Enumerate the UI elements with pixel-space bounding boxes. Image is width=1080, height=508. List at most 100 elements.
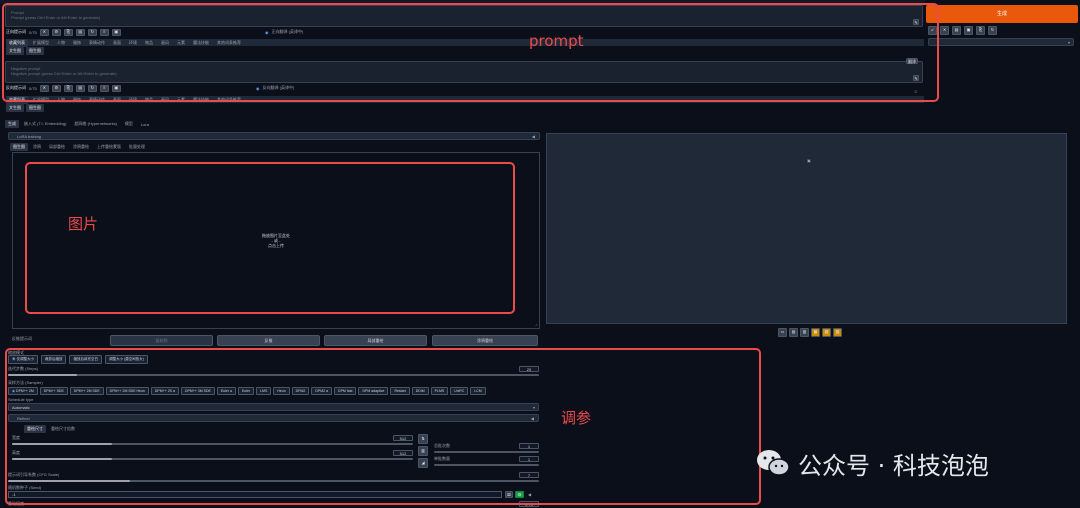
copy-icon[interactable]: ⎘ [63,28,73,36]
tag-tab[interactable]: 画风 [158,96,172,104]
main-tab[interactable]: 嵌入式 (T.I. Embedding) [21,120,69,128]
copy-icon[interactable]: ⎘ [63,84,73,92]
save-icon[interactable]: ▤ [75,28,85,36]
send-to-extras-icon[interactable]: ▨ [833,327,842,337]
sampler-option[interactable]: Euler [237,386,255,395]
tag-tab[interactable]: 服饰 [70,39,84,47]
tag-tab[interactable]: 元素 [174,39,188,47]
tag-tab[interactable]: 收藏列表 [6,38,28,47]
sampler-option[interactable]: UniPC [450,386,469,395]
inpaint-button[interactable]: 局部重绘 [324,335,427,346]
img-tab[interactable]: 批量处理 [126,143,148,151]
batch-size-slider[interactable] [434,464,539,466]
tag-tab[interactable]: 魔法技能 [190,96,212,104]
steps-slider[interactable] [8,374,539,376]
img-tab[interactable]: 涂鸦 [30,143,44,151]
lora-training-panel[interactable]: LoRA training ◀ [8,132,540,140]
refresh-icon[interactable]: ↻ [988,25,997,35]
save-icon[interactable]: ▤ [789,327,798,337]
tag-tab[interactable]: 魔法技能 [190,39,212,47]
translate-button[interactable]: 翻译 [906,58,918,64]
sub-tag[interactable]: 文生图 [6,103,24,112]
history-icon[interactable]: ≡ [99,84,109,92]
sampler-option[interactable]: DPM2 a [311,386,333,395]
sampler-option[interactable]: DPM++ SDE [39,386,68,395]
lock-icon[interactable]: ▥ [418,446,428,456]
trash-icon[interactable]: ✕ [39,84,49,92]
sub-tag[interactable]: 图生图 [26,103,44,112]
sketch-inpaint-button[interactable]: 涂鸦重绘 [432,335,538,346]
sampler-option[interactable]: Euler a [216,386,236,395]
tag-tab[interactable]: 画面 [110,39,124,47]
batch-count-slider[interactable] [434,451,539,453]
extra-toggle-icon[interactable]: ◀ [528,492,531,497]
edit-icon[interactable]: ✎ [913,19,919,25]
dice-icon[interactable]: ⚄ [505,491,513,498]
clipboard-icon[interactable]: ▤ [952,25,961,35]
sub-tag[interactable]: 图生图 [26,46,44,55]
batch-count-input[interactable]: 1 [519,443,539,449]
resize-option[interactable]: 调整大小 (潜空间放大) [104,355,148,364]
recycle-icon[interactable]: ♲ [914,89,918,94]
tag-tab[interactable]: 物品 [142,96,156,104]
arrow-icon[interactable]: ↙ [928,25,937,35]
refiner-panel[interactable]: Refiner ◀ [8,414,539,422]
width-slider[interactable] [12,443,413,445]
tag-tab[interactable]: 物品 [142,39,156,47]
positive-translate-toggle[interactable]: ◉ 正向翻译 (英译中) [265,29,303,35]
sampler-option[interactable]: LMS [256,386,272,395]
steps-input[interactable]: 20 [519,366,539,372]
cfg-scale-input[interactable]: 7 [519,472,539,478]
size-tab[interactable]: 重绘尺寸倍数 [48,425,78,433]
resize-option[interactable]: 缩放后填充空白 [69,355,102,364]
trash-icon[interactable]: ✕ [39,28,49,36]
height-slider[interactable] [12,458,413,460]
sampler-option[interactable]: DPM++ 3M SDE [180,386,215,395]
copy-icon[interactable]: ⎘ [976,25,985,35]
sampler-option[interactable]: PLMS [430,386,449,395]
sampler-option[interactable]: ◉ DPM++ 2M [8,386,38,395]
main-tab[interactable]: 模型 [122,120,136,128]
tag-tab[interactable]: 环境 [126,96,140,104]
sampler-option[interactable]: Heun [273,386,290,395]
sampler-option[interactable]: DPM2 [291,386,310,395]
img-tab[interactable]: 局部重绘 [46,143,68,151]
save-icon[interactable]: ▤ [75,84,85,92]
swap-icon[interactable]: ⇅ [418,434,428,444]
refresh-icon[interactable]: ↻ [87,84,97,92]
image-icon[interactable]: ▣ [111,84,121,92]
tag-tab[interactable]: 画面 [110,96,124,104]
tag-tab[interactable]: 表情动作 [86,96,108,104]
tag-tab[interactable]: 表情动作 [86,39,108,47]
send-to-inpaint-icon[interactable]: ▧ [822,327,831,337]
tag-tab[interactable]: 元素 [174,96,188,104]
sampler-option[interactable]: Restart [390,386,410,395]
image-icon[interactable]: ▣ [111,28,121,36]
toggle-switch-icon[interactable]: ◉ [256,86,260,91]
tag-tab[interactable]: 收藏列表 [6,95,28,104]
sampler-option[interactable]: DPM++ 2S a [150,386,179,395]
negative-translate-toggle[interactable]: ◉ 反向翻译 (英译中) [256,85,294,91]
tag-tab[interactable]: 人物 [54,96,68,104]
img-tab[interactable]: 图生图 [10,142,28,151]
cfg-scale-slider[interactable] [8,480,539,482]
tag-tab[interactable]: 环境 [126,39,140,47]
refresh-icon[interactable]: ↻ [87,28,97,36]
generate-button[interactable]: 生成 [926,5,1078,23]
recycle-icon[interactable]: ♻ [515,491,524,498]
size-tab[interactable]: 重绘尺寸 [24,424,46,433]
edit-icon[interactable]: ✎ [913,75,919,81]
main-tab[interactable]: Lora [138,121,152,128]
tag-tab[interactable]: 画风 [158,39,172,47]
sampler-option[interactable]: DPM++ 2M SDE [69,386,104,395]
styles-dropdown[interactable]: ▾ [928,38,1074,46]
sampler-option[interactable]: DDIM [411,386,429,395]
batch-size-input[interactable]: 1 [519,456,539,462]
height-input[interactable]: 512 [393,450,413,456]
sub-tag[interactable]: 文生图 [6,46,24,55]
sampler-option[interactable]: DPM fast [334,386,357,395]
trash-icon[interactable]: ✕ [940,25,949,35]
collapse-icon[interactable]: ◀ [531,416,534,421]
seed-input[interactable]: -1 [8,491,502,498]
resize-handle-icon[interactable]: ⌟ [535,321,537,326]
